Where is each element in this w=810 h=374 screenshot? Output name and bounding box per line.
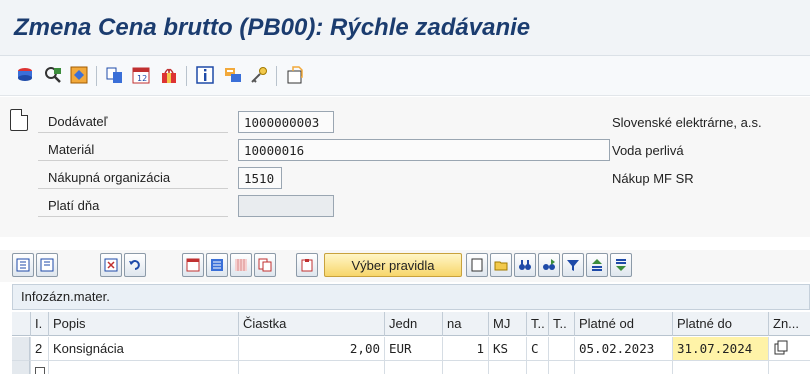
row-index-cell[interactable]	[30, 361, 48, 374]
per-cell[interactable]	[442, 361, 488, 374]
row-selector[interactable]	[12, 361, 30, 374]
document-icon[interactable]	[10, 109, 28, 131]
column-header[interactable]: Zn...	[768, 312, 810, 336]
undo-icon[interactable]	[124, 253, 146, 277]
find-next-icon[interactable]	[538, 253, 560, 277]
purchasing-org-label: Nákupná organizácia	[38, 167, 228, 189]
variable-key-icon[interactable]	[68, 64, 90, 86]
sort-ascending-icon[interactable]	[586, 253, 608, 277]
currency-cell[interactable]: EUR	[384, 337, 442, 361]
toolbar-separator	[186, 66, 187, 86]
open-folder-icon[interactable]	[490, 253, 512, 277]
application-toolbar: 12	[0, 56, 810, 96]
toolbar-separator	[96, 66, 97, 86]
sort-descending-icon[interactable]	[610, 253, 632, 277]
header-panel: Dodávateľ 1000000003 Slovenské elektrárn…	[0, 97, 810, 237]
checkbox-icon[interactable]	[35, 367, 45, 374]
column-header[interactable]: na	[442, 312, 488, 336]
calendar-icon[interactable]	[182, 253, 204, 277]
valid-to-cell[interactable]	[672, 361, 768, 374]
scales-table-icon[interactable]	[230, 253, 252, 277]
type-cell[interactable]: C	[526, 337, 548, 361]
valid-from-cell[interactable]	[574, 361, 672, 374]
notes-cell[interactable]	[768, 361, 810, 374]
column-header[interactable]: T..	[548, 312, 574, 336]
display-change-icon[interactable]	[14, 64, 36, 86]
collapse-icon[interactable]	[36, 253, 58, 277]
find-icon[interactable]	[514, 253, 536, 277]
amount-cell[interactable]: 2,00	[238, 337, 384, 361]
scales-icon[interactable]	[158, 64, 180, 86]
page-title: Zmena Cena brutto (PB00): Rýchle zadávan…	[14, 14, 531, 41]
column-header[interactable]: T..	[526, 312, 548, 336]
vendor-label: Dodávateľ	[38, 111, 228, 133]
additional-data-icon[interactable]	[284, 64, 306, 86]
delete-row-icon[interactable]	[100, 253, 122, 277]
material-label: Materiál	[38, 139, 228, 161]
type-cell[interactable]	[526, 361, 548, 374]
table-header: I. Popis Čiastka Jedn na MJ T.. T.. Plat…	[12, 312, 810, 336]
amount-cell[interactable]	[238, 361, 384, 374]
material-name: Voda perlivá	[612, 143, 684, 158]
purchasing-org-name: Nákup MF SR	[612, 171, 694, 186]
row-selector[interactable]	[12, 337, 30, 361]
form-icon[interactable]	[206, 253, 228, 277]
table-caption: Infozázn.mater.	[12, 284, 810, 310]
type2-cell[interactable]	[548, 337, 574, 361]
row-selector-header[interactable]	[12, 312, 30, 336]
table-toolbar: Výber pravidla	[0, 250, 810, 282]
svg-text:12: 12	[137, 74, 147, 83]
table-row[interactable]	[12, 361, 810, 374]
column-header[interactable]: I.	[30, 312, 48, 336]
column-header[interactable]: Čiastka	[238, 312, 384, 336]
vendor-name: Slovenské elektrárne, a.s.	[612, 115, 762, 130]
description-cell[interactable]	[48, 361, 238, 374]
column-header[interactable]: Jedn	[384, 312, 442, 336]
valid-on-field[interactable]	[238, 195, 334, 217]
material-field[interactable]: 10000016	[238, 139, 610, 161]
unit-cell[interactable]: KS	[488, 337, 526, 361]
valid-on-label: Platí dňa	[38, 195, 228, 217]
text-edit-icon[interactable]	[773, 340, 789, 356]
condition-supplement-icon[interactable]	[222, 64, 244, 86]
valid-to-cell[interactable]: 31.07.2024	[672, 337, 768, 361]
column-header[interactable]: Platné do	[672, 312, 768, 336]
info-icon[interactable]	[194, 64, 216, 86]
valid-from-cell[interactable]: 05.02.2023	[574, 337, 672, 361]
expand-icon[interactable]	[12, 253, 34, 277]
table-row[interactable]: 2 Konsignácia 2,00 EUR 1 KS C 05.02.2023…	[12, 337, 810, 361]
title-bar: Zmena Cena brutto (PB00): Rýchle zadávan…	[0, 0, 810, 56]
description-cell[interactable]: Konsignácia	[48, 337, 238, 361]
other-condition-icon[interactable]	[42, 64, 64, 86]
key-icon[interactable]	[248, 64, 270, 86]
type2-cell[interactable]	[548, 361, 574, 374]
unit-cell[interactable]	[488, 361, 526, 374]
details-icon[interactable]	[104, 64, 126, 86]
per-cell[interactable]: 1	[442, 337, 488, 361]
copy-icon[interactable]	[254, 253, 276, 277]
purchasing-org-field[interactable]: 1510	[238, 167, 282, 189]
row-index-cell[interactable]: 2	[30, 337, 48, 361]
notes-cell[interactable]	[768, 337, 810, 361]
rule-selection-button[interactable]: Výber pravidla	[324, 253, 462, 277]
validity-periods-icon[interactable]: 12	[130, 64, 152, 86]
column-header[interactable]: Popis	[48, 312, 238, 336]
new-document-icon[interactable]	[466, 253, 488, 277]
column-header[interactable]: MJ	[488, 312, 526, 336]
vendor-field[interactable]: 1000000003	[238, 111, 334, 133]
filter-icon[interactable]	[562, 253, 584, 277]
toolbar-separator	[276, 66, 277, 86]
paste-icon[interactable]	[296, 253, 318, 277]
currency-cell[interactable]	[384, 361, 442, 374]
column-header[interactable]: Platné od	[574, 312, 672, 336]
